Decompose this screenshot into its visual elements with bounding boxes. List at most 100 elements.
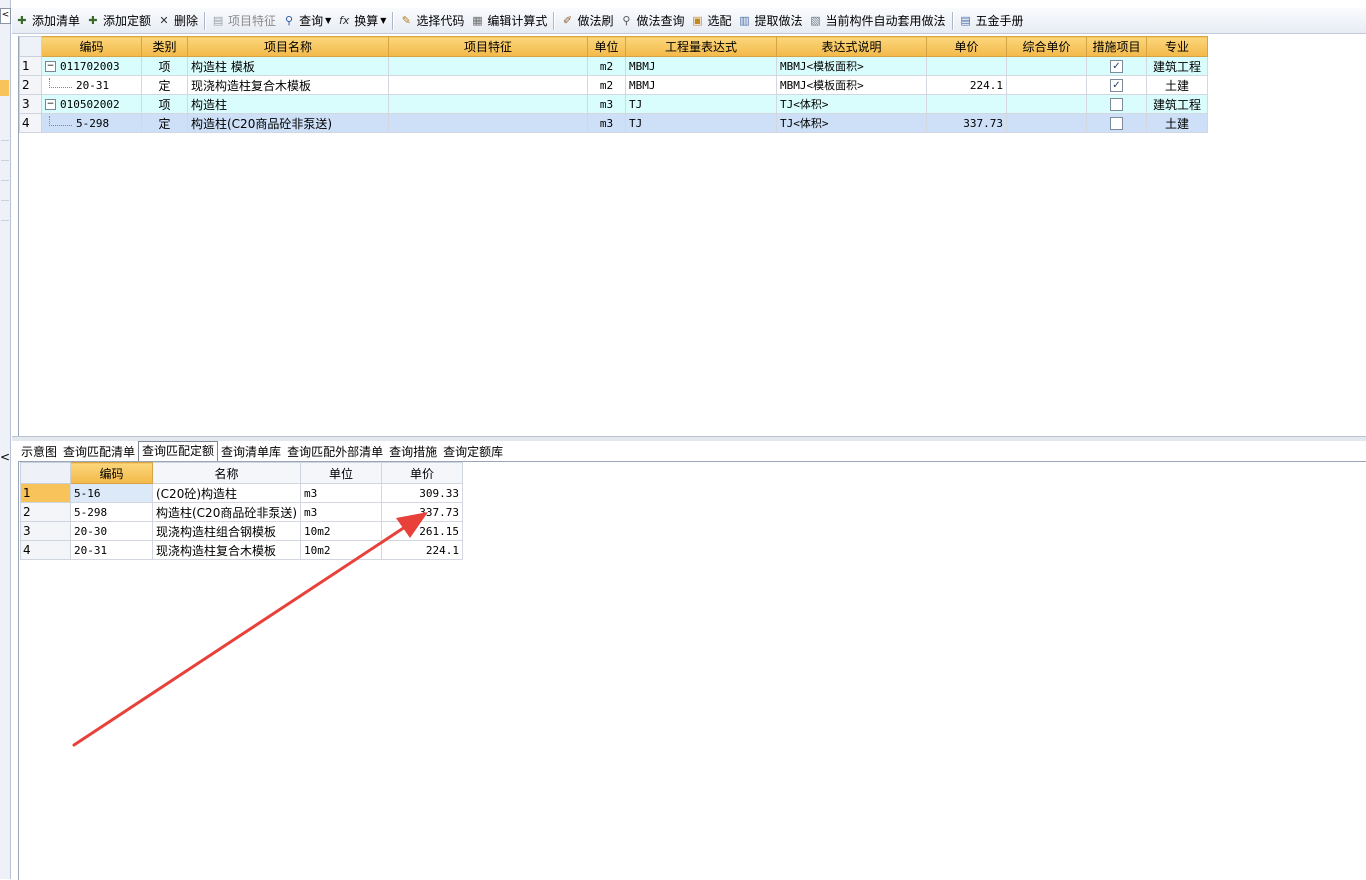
delete-button[interactable]: ✕ 删除	[154, 10, 201, 32]
table-row[interactable]: 3 −010502002 项 构造柱 m3 TJ TJ<体积> 建筑工程	[19, 94, 1208, 114]
specialty-cell[interactable]: 建筑工程	[1146, 56, 1208, 76]
col-header-code[interactable]: 编码	[70, 462, 153, 484]
col-header-specialty[interactable]: 专业	[1146, 36, 1208, 57]
measure-checkbox[interactable]	[1110, 117, 1123, 130]
specialty-cell[interactable]: 土建	[1146, 113, 1208, 133]
auto-apply-button[interactable]: ▧ 当前构件自动套用做法	[806, 10, 949, 32]
add-quota-button[interactable]: ✚ 添加定额	[83, 10, 154, 32]
code-cell[interactable]: 20-31	[70, 540, 153, 560]
features-cell[interactable]	[388, 56, 588, 76]
col-header-unit[interactable]: 单位	[300, 462, 383, 484]
specialty-cell[interactable]: 土建	[1146, 75, 1208, 95]
measure-cell[interactable]	[1086, 94, 1147, 114]
measure-cell[interactable]: ✓	[1086, 75, 1147, 95]
code-cell[interactable]: 20-31	[41, 75, 142, 95]
expr-desc-cell[interactable]: MBMJ<模板面积>	[776, 75, 927, 95]
code-cell[interactable]: −010502002	[41, 94, 142, 114]
code-cell[interactable]: −011702003	[41, 56, 142, 76]
col-header-name[interactable]: 名称	[151, 462, 302, 484]
features-cell[interactable]	[388, 75, 588, 95]
col-header-type[interactable]: 类别	[141, 36, 188, 57]
name-cell[interactable]: 构造柱(C20商品砼非泵送)	[151, 502, 302, 522]
unit-cell[interactable]: m3	[587, 94, 626, 114]
measure-checkbox[interactable]: ✓	[1110, 79, 1123, 92]
tab-match-list[interactable]: 查询匹配清单	[60, 443, 138, 461]
match-button[interactable]: ▣ 选配	[687, 10, 734, 32]
select-code-button[interactable]: ✎ 选择代码	[396, 10, 467, 32]
collapse-icon[interactable]: −	[45, 61, 56, 72]
name-cell[interactable]: 现浇构造柱复合木模板	[151, 540, 302, 560]
comp-price-cell[interactable]	[1006, 56, 1087, 76]
type-cell[interactable]: 定	[141, 75, 188, 95]
hardware-manual-button[interactable]: ▤ 五金手册	[956, 10, 1027, 32]
add-list-button[interactable]: ✚ 添加清单	[12, 10, 83, 32]
expr-desc-cell[interactable]: TJ<体积>	[776, 113, 927, 133]
measure-cell[interactable]	[1086, 113, 1147, 133]
name-cell[interactable]: 现浇构造柱复合木模板	[187, 75, 389, 95]
table-row[interactable]: 3 20-30 现浇构造柱组合钢模板 10m2 261.15	[20, 521, 464, 541]
name-cell[interactable]: (C20砼)构造柱	[151, 483, 302, 503]
name-cell[interactable]: 构造柱 模板	[187, 56, 389, 76]
method-brush-button[interactable]: ✐ 做法刷	[557, 10, 616, 32]
table-row[interactable]: 2 20-31 定 现浇构造柱复合木模板 m2 MBMJ MBMJ<模板面积> …	[19, 75, 1208, 95]
col-header-measure[interactable]: 措施项目	[1086, 36, 1147, 57]
expr-desc-cell[interactable]: TJ<体积>	[776, 94, 927, 114]
table-row[interactable]: 1 5-16 (C20砼)构造柱 m3 309.33	[20, 483, 464, 503]
tab-match-quota[interactable]: 查询匹配定额	[138, 441, 219, 461]
measure-checkbox[interactable]: ✓	[1110, 60, 1123, 73]
type-cell[interactable]: 项	[141, 56, 188, 76]
tab-match-external-list[interactable]: 查询匹配外部清单	[284, 443, 386, 461]
col-header-name[interactable]: 项目名称	[187, 36, 389, 57]
collapse-left-icon[interactable]: <	[0, 8, 11, 24]
price-cell[interactable]: 337.73	[926, 113, 1007, 133]
comp-price-cell[interactable]	[1006, 113, 1087, 133]
features-cell[interactable]	[388, 113, 588, 133]
name-cell[interactable]: 现浇构造柱组合钢模板	[151, 521, 302, 541]
code-cell[interactable]: 5-298	[41, 113, 142, 133]
extract-method-button[interactable]: ▥ 提取做法	[734, 10, 805, 32]
col-header-price[interactable]: 单价	[926, 36, 1007, 57]
col-header-code[interactable]: 编码	[41, 36, 142, 57]
method-query-button[interactable]: ⚲ 做法查询	[616, 10, 687, 32]
edit-formula-button[interactable]: ▦ 编辑计算式	[467, 10, 550, 32]
unit-cell[interactable]: m3	[587, 113, 626, 133]
measure-cell[interactable]: ✓	[1086, 56, 1147, 76]
collapse-icon[interactable]: −	[45, 99, 56, 110]
price-cell[interactable]: 261.15	[381, 521, 464, 541]
comp-price-cell[interactable]	[1006, 94, 1087, 114]
type-cell[interactable]: 定	[141, 113, 188, 133]
col-header-unit[interactable]: 单位	[587, 36, 626, 57]
price-cell[interactable]: 224.1	[926, 75, 1007, 95]
type-cell[interactable]: 项	[141, 94, 188, 114]
price-cell[interactable]	[926, 56, 1007, 76]
col-header-features[interactable]: 项目特征	[388, 36, 588, 57]
tab-quota-library[interactable]: 查询定额库	[440, 443, 506, 461]
price-cell[interactable]: 224.1	[381, 540, 464, 560]
price-cell[interactable]	[926, 94, 1007, 114]
measure-checkbox[interactable]	[1110, 98, 1123, 111]
table-row[interactable]: 4 20-31 现浇构造柱复合木模板 10m2 224.1	[20, 540, 464, 560]
expr-cell[interactable]: MBMJ	[625, 56, 777, 76]
col-header-comp-price[interactable]: 综合单价	[1006, 36, 1087, 57]
unit-cell[interactable]: m3	[300, 483, 383, 503]
expr-cell[interactable]: MBMJ	[625, 75, 777, 95]
expr-desc-cell[interactable]: MBMJ<模板面积>	[776, 56, 927, 76]
features-cell[interactable]	[388, 94, 588, 114]
convert-button[interactable]: fx 换算 ▼	[334, 10, 389, 32]
item-features-button[interactable]: ▤ 项目特征	[208, 10, 279, 32]
unit-cell[interactable]: m2	[587, 75, 626, 95]
table-row[interactable]: 1 −011702003 项 构造柱 模板 m2 MBMJ MBMJ<模板面积>…	[19, 56, 1208, 76]
price-cell[interactable]: 309.33	[381, 483, 464, 503]
price-cell[interactable]: 337.73	[381, 502, 464, 522]
table-row-selected[interactable]: 4 5-298 定 构造柱(C20商品砼非泵送) m3 TJ TJ<体积> 33…	[19, 113, 1208, 133]
col-header-price[interactable]: 单价	[381, 462, 464, 484]
expr-cell[interactable]: TJ	[625, 94, 777, 114]
col-header-expr[interactable]: 工程量表达式	[625, 36, 777, 57]
unit-cell[interactable]: m2	[587, 56, 626, 76]
unit-cell[interactable]: 10m2	[300, 540, 383, 560]
comp-price-cell[interactable]	[1006, 75, 1087, 95]
code-cell[interactable]: 5-16	[70, 483, 153, 503]
col-header-expr-desc[interactable]: 表达式说明	[776, 36, 927, 57]
collapse-left-lower-icon[interactable]: <	[0, 450, 10, 464]
tab-measures[interactable]: 查询措施	[386, 443, 440, 461]
